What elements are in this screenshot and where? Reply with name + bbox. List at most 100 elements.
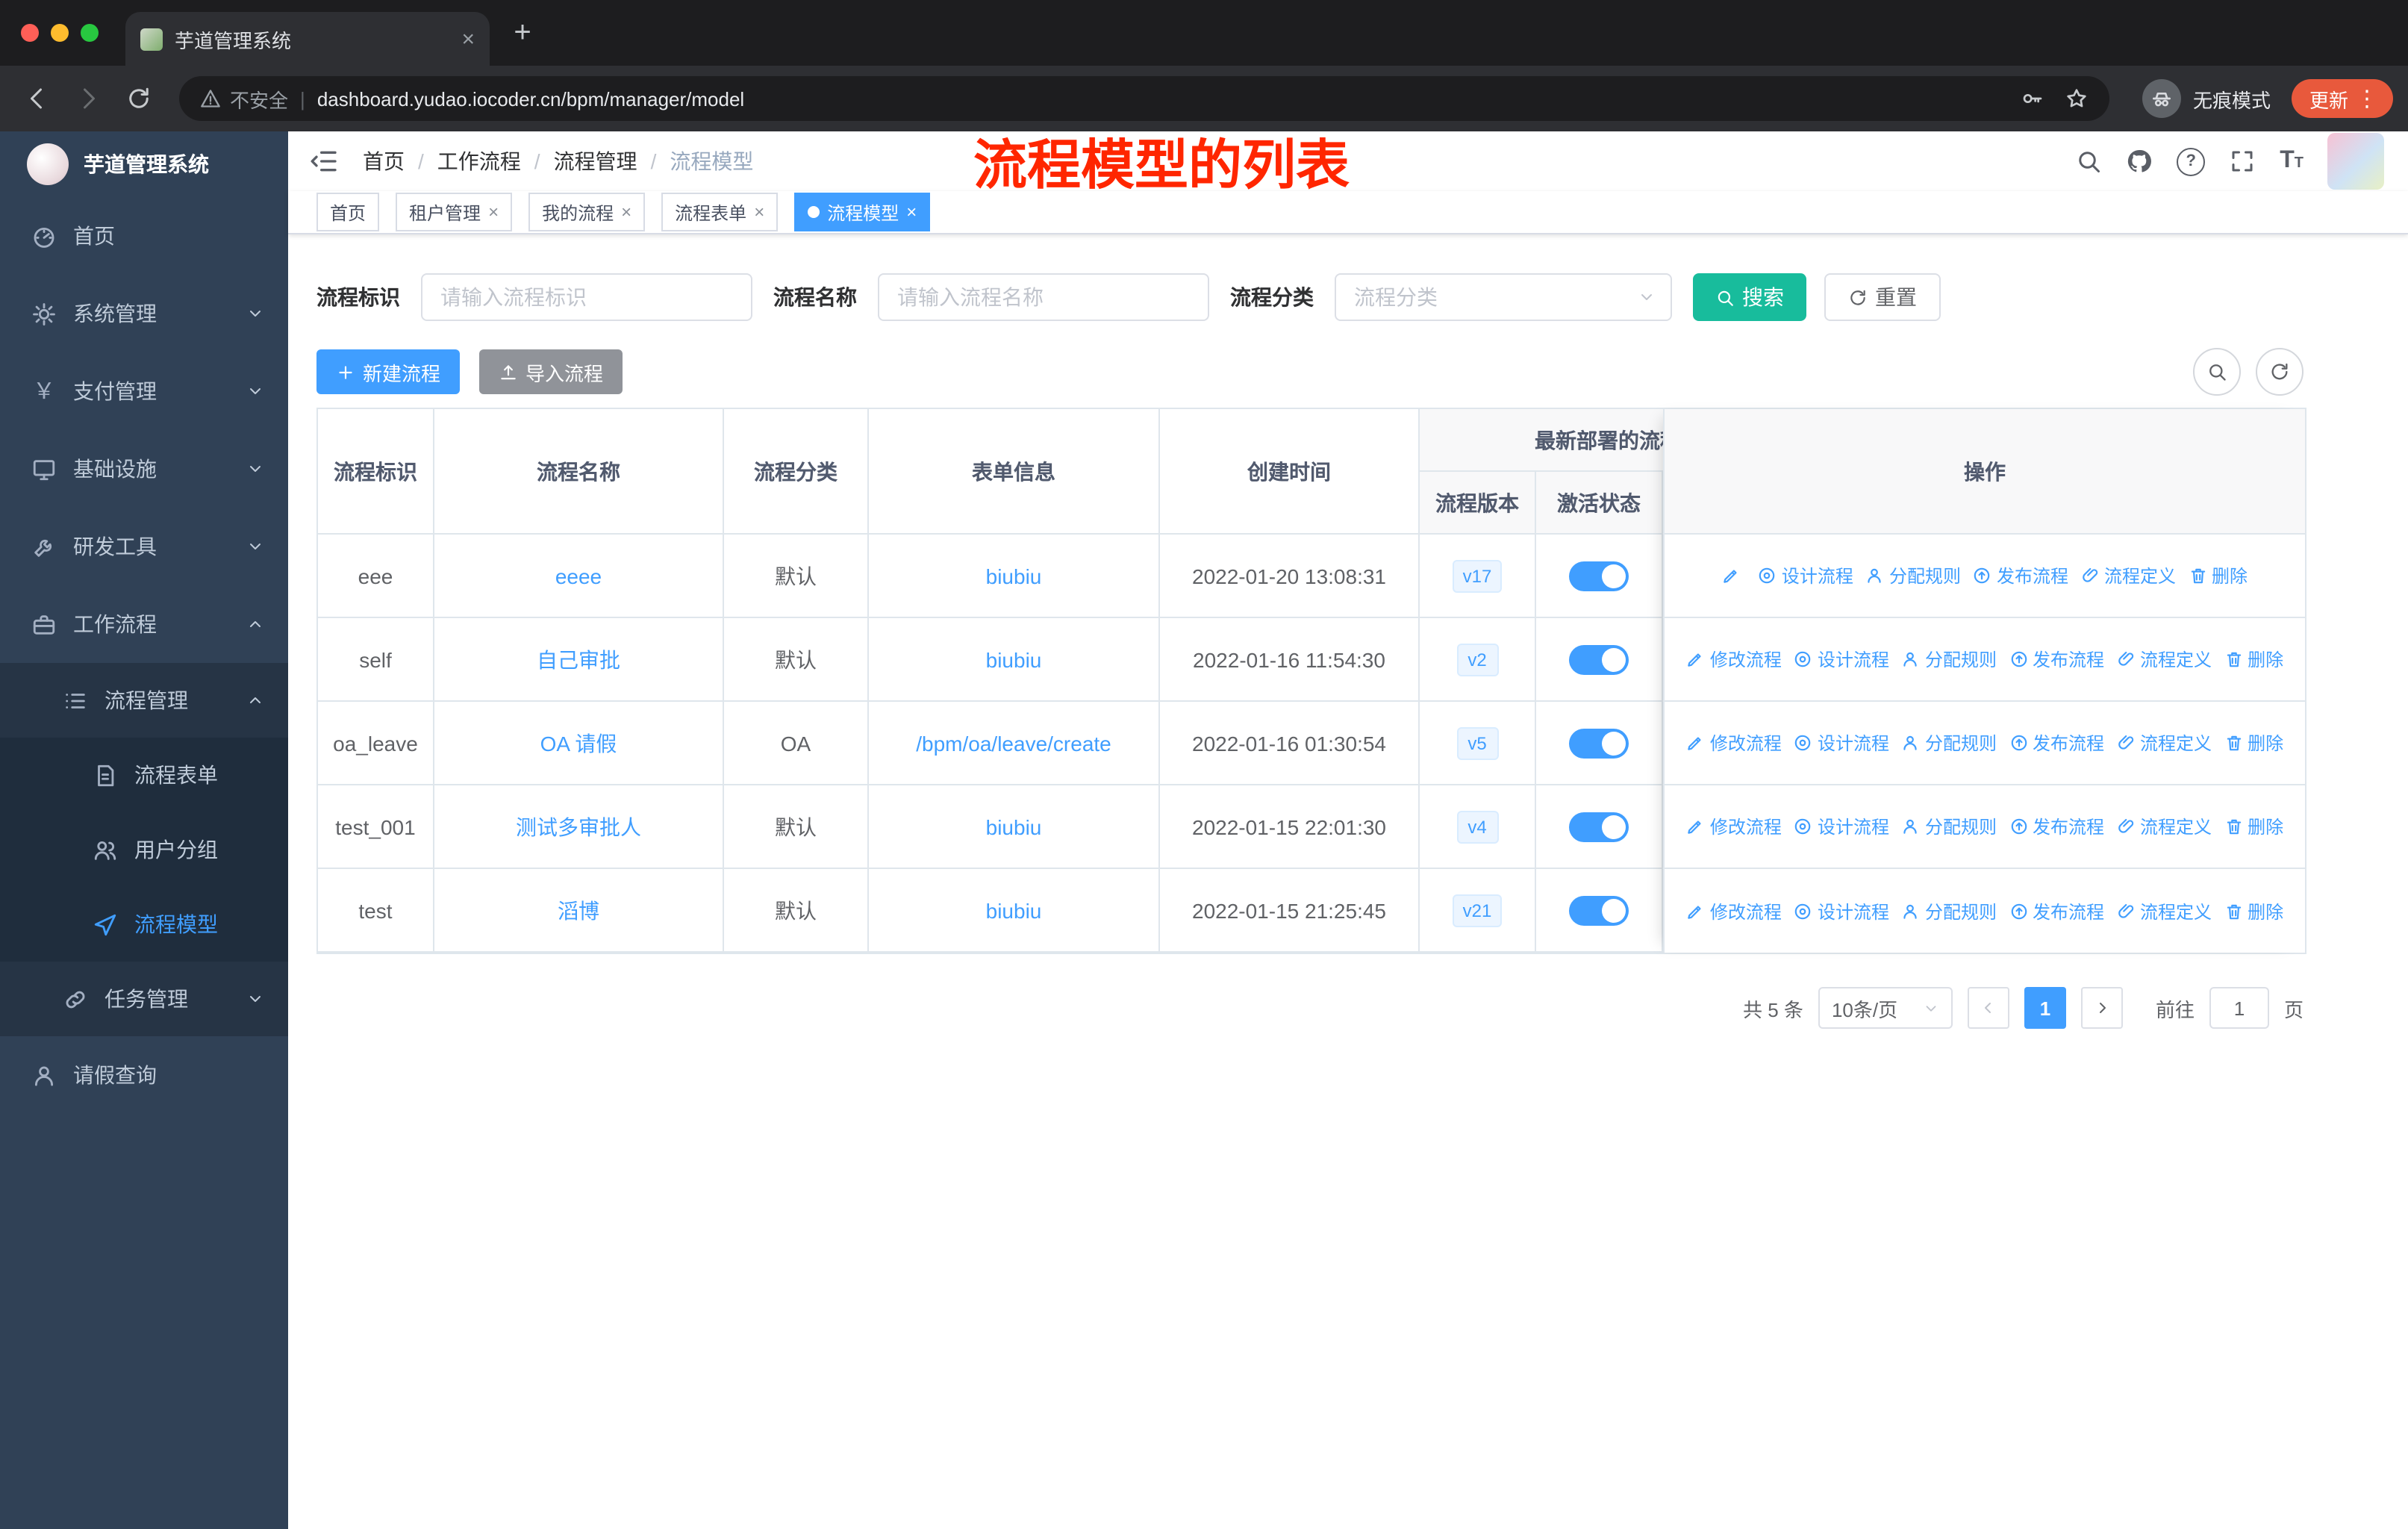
process-name-link[interactable]: OA 请假 <box>540 728 617 758</box>
not-secure-badge[interactable]: 不安全 <box>200 84 288 113</box>
process-definition-link[interactable]: 流程定义 <box>2116 814 2212 839</box>
sidebar-item-infrastructure[interactable]: 基础设施 <box>0 430 288 508</box>
process-definition-link[interactable]: 流程定义 <box>2116 898 2212 924</box>
design-process-link[interactable]: 设计流程 <box>1794 730 1889 756</box>
menu-dots-icon[interactable]: ⋮ <box>2348 85 2386 112</box>
sidebar-item-process-model[interactable]: 流程模型 <box>0 887 288 962</box>
breadcrumb-workflow[interactable]: 工作流程 <box>437 146 521 176</box>
refresh-table-button[interactable] <box>2256 348 2303 396</box>
publish-process-link[interactable]: 发布流程 <box>1973 563 2068 588</box>
toggle-search-button[interactable] <box>2193 348 2241 396</box>
delete-process-link[interactable]: 删除 <box>2224 730 2283 756</box>
tag-my-process[interactable]: 我的流程 × <box>528 193 646 231</box>
sidebar-item-process-form[interactable]: 流程表单 <box>0 738 288 812</box>
active-toggle[interactable] <box>1569 644 1629 674</box>
browser-update-button[interactable]: 更新 ⋮ <box>2291 79 2393 118</box>
form-info-link[interactable]: biubiu <box>986 564 1042 588</box>
back-button[interactable] <box>15 76 60 121</box>
assign-rule-link[interactable]: 分配规则 <box>1901 814 1997 839</box>
user-avatar[interactable] <box>2327 133 2384 190</box>
breadcrumb-process-management[interactable]: 流程管理 <box>554 146 637 176</box>
page-size-select[interactable]: 10条/页 <box>1818 987 1953 1029</box>
forward-button[interactable] <box>66 76 110 121</box>
delete-process-link[interactable]: 删除 <box>2224 814 2283 839</box>
form-info-link[interactable]: biubiu <box>986 815 1042 838</box>
import-process-button[interactable]: 导入流程 <box>479 349 623 394</box>
delete-process-link[interactable]: 删除 <box>2188 563 2248 588</box>
form-info-link[interactable]: /bpm/oa/leave/create <box>916 731 1111 755</box>
process-name-link[interactable]: 自己审批 <box>537 644 620 674</box>
font-size-icon[interactable]: TT <box>2280 149 2303 173</box>
delete-process-link[interactable]: 删除 <box>2224 898 2283 924</box>
close-icon[interactable]: × <box>906 203 917 221</box>
assign-rule-link[interactable]: 分配规则 <box>1901 730 1997 756</box>
active-toggle[interactable] <box>1569 561 1629 591</box>
fullscreen-icon[interactable] <box>2229 148 2256 175</box>
sidebar-item-dev-tools[interactable]: 研发工具 <box>0 508 288 585</box>
process-name-link[interactable]: eeee <box>555 564 602 588</box>
process-key-input[interactable] <box>421 273 752 321</box>
process-definition-link[interactable]: 流程定义 <box>2080 563 2176 588</box>
sidebar-item-process-management[interactable]: 流程管理 <box>0 663 288 738</box>
form-info-link[interactable]: biubiu <box>986 898 1042 922</box>
tab-close-icon[interactable]: × <box>461 28 475 50</box>
tag-process-model[interactable]: 流程模型 × <box>794 193 931 231</box>
design-process-link[interactable]: 设计流程 <box>1794 898 1889 924</box>
edit-process-link[interactable]: 修改流程 <box>1686 814 1782 839</box>
search-icon[interactable] <box>2075 148 2102 175</box>
browser-tab[interactable]: 芋道管理系统 × <box>125 12 490 66</box>
assign-rule-link[interactable]: 分配规则 <box>1901 898 1997 924</box>
goto-page-input[interactable] <box>2209 987 2269 1029</box>
next-page-button[interactable] <box>2080 987 2123 1029</box>
close-icon[interactable]: × <box>488 203 499 221</box>
close-icon[interactable]: × <box>621 203 631 221</box>
publish-process-link[interactable]: 发布流程 <box>2009 814 2104 839</box>
sidebar-fold-icon[interactable] <box>309 146 339 176</box>
tag-home[interactable]: 首页 <box>316 193 380 231</box>
edit-process-link[interactable]: 修改流程 <box>1686 730 1782 756</box>
prev-page-button[interactable] <box>1967 987 2009 1029</box>
publish-process-link[interactable]: 发布流程 <box>2009 898 2104 924</box>
close-window-button[interactable] <box>21 24 39 42</box>
sidebar-item-workflow[interactable]: 工作流程 <box>0 585 288 663</box>
process-name-input[interactable] <box>878 273 1209 321</box>
design-process-link[interactable]: 设计流程 <box>1794 647 1889 672</box>
sidebar-item-payment-management[interactable]: ￥ 支付管理 <box>0 352 288 430</box>
delete-process-link[interactable]: 删除 <box>2224 647 2283 672</box>
process-definition-link[interactable]: 流程定义 <box>2116 730 2212 756</box>
publish-process-link[interactable]: 发布流程 <box>2009 647 2104 672</box>
reload-button[interactable] <box>116 76 161 121</box>
sidebar-item-home[interactable]: 首页 <box>0 197 288 275</box>
new-tab-button[interactable]: + <box>499 9 546 57</box>
edit-process-link[interactable]: 修改流程 <box>1686 647 1782 672</box>
close-icon[interactable]: × <box>754 203 764 221</box>
design-process-link[interactable]: 设计流程 <box>1794 814 1889 839</box>
bookmark-star-icon[interactable] <box>2065 87 2089 110</box>
process-name-link[interactable]: 测试多审批人 <box>516 812 641 841</box>
sidebar-item-leave-query[interactable]: 请假查询 <box>0 1036 288 1114</box>
create-process-button[interactable]: 新建流程 <box>316 349 461 394</box>
assign-rule-link[interactable]: 分配规则 <box>1865 563 1961 588</box>
address-bar[interactable]: 不安全 | dashboard.yudao.iocoder.cn/bpm/man… <box>179 76 2109 121</box>
help-icon[interactable]: ? <box>2177 147 2206 175</box>
breadcrumb-home[interactable]: 首页 <box>363 146 405 176</box>
tag-tenant-management[interactable]: 租户管理 × <box>396 193 513 231</box>
design-process-link[interactable]: 设计流程 <box>1758 563 1853 588</box>
minimize-window-button[interactable] <box>51 24 69 42</box>
publish-process-link[interactable]: 发布流程 <box>2009 730 2104 756</box>
assign-rule-link[interactable]: 分配规则 <box>1901 647 1997 672</box>
search-button[interactable]: 搜索 <box>1693 273 1806 321</box>
reset-button[interactable]: 重置 <box>1824 273 1941 321</box>
zoom-window-button[interactable] <box>81 24 99 42</box>
sidebar-item-user-group[interactable]: 用户分组 <box>0 812 288 887</box>
active-toggle[interactable] <box>1569 728 1629 758</box>
edit-process-link[interactable]: 修改流程 <box>1686 898 1782 924</box>
edit-process-link[interactable] <box>1722 566 1746 585</box>
form-info-link[interactable]: biubiu <box>986 647 1042 671</box>
github-icon[interactable] <box>2126 148 2153 175</box>
active-toggle[interactable] <box>1569 812 1629 841</box>
tag-process-form[interactable]: 流程表单 × <box>661 193 779 231</box>
sidebar-item-system-management[interactable]: 系统管理 <box>0 275 288 352</box>
active-toggle[interactable] <box>1569 895 1629 925</box>
process-definition-link[interactable]: 流程定义 <box>2116 647 2212 672</box>
